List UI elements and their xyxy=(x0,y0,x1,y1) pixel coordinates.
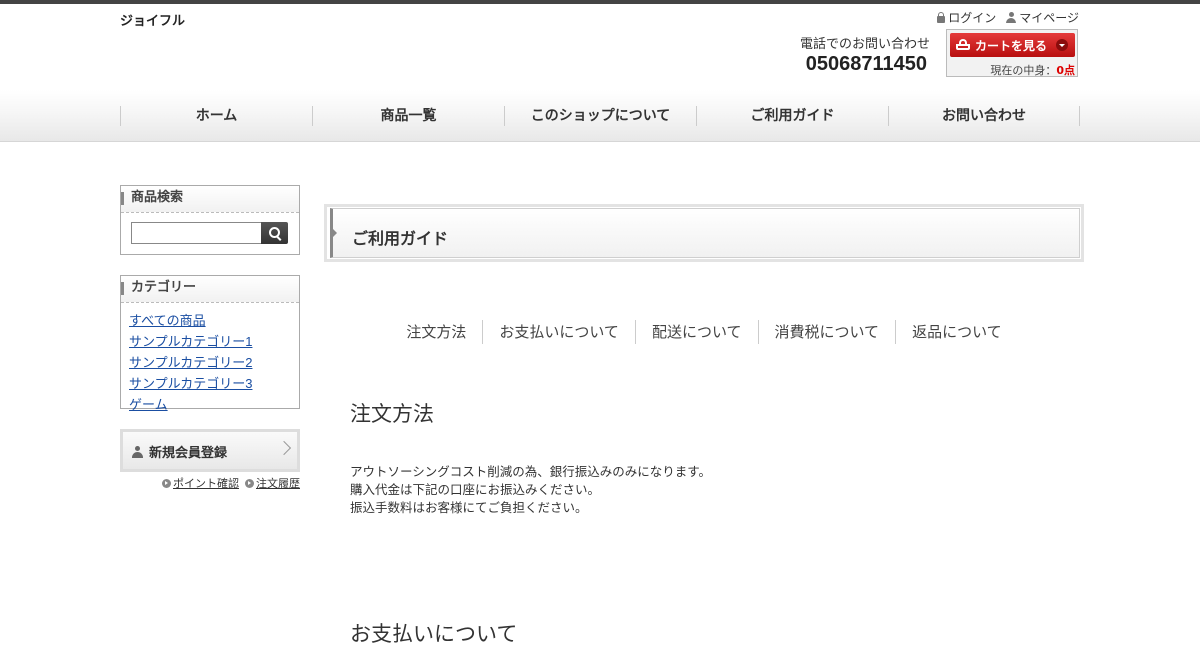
nav-item-contact[interactable]: お問い合わせ xyxy=(888,106,1080,126)
cart-widget: カートを見る 現在の中身：0点 xyxy=(946,29,1078,77)
list-item: ゲーム xyxy=(129,395,299,416)
caret-down-icon xyxy=(1056,39,1068,51)
global-nav: ホーム 商品一覧 このショップについて ご利用ガイド お問い合わせ xyxy=(0,90,1200,142)
lock-icon xyxy=(937,11,946,23)
point-check-link[interactable]: ポイント確認 xyxy=(162,475,239,491)
category-box-title: カテゴリー xyxy=(121,276,299,303)
category-link-game[interactable]: ゲーム xyxy=(129,397,168,412)
search-icon xyxy=(269,227,280,238)
mypage-link[interactable]: マイページ xyxy=(1006,9,1079,26)
body-line: アウトソーシングコスト削減の為、銀行振込みのみになります。 xyxy=(350,464,712,479)
phone-label: 電話でのお問い合わせ xyxy=(799,37,930,52)
list-item: すべての商品 xyxy=(129,311,299,332)
nav-item-guide[interactable]: ご利用ガイド xyxy=(696,106,888,126)
category-box: カテゴリー すべての商品 サンプルカテゴリー1 サンプルカテゴリー2 サンプルカ… xyxy=(120,275,300,412)
guide-tabs: 注文方法 お支払いについて 配送について 消費税について 返品について xyxy=(324,320,1084,344)
point-check-label: ポイント確認 xyxy=(173,477,239,490)
category-list: すべての商品 サンプルカテゴリー1 サンプルカテゴリー2 サンプルカテゴリー3 … xyxy=(121,303,299,416)
tab-tax[interactable]: 消費税について xyxy=(757,320,896,344)
section-body-order: アウトソーシングコスト削減の為、銀行振込みのみになります。 購入代金は下記の口座… xyxy=(350,463,711,517)
body-line: 振込手数料はお客様にてご負担ください。 xyxy=(350,500,588,515)
order-history-label: 注文履歴 xyxy=(256,477,300,490)
nav-item-products[interactable]: 商品一覧 xyxy=(312,106,504,126)
category-link-3[interactable]: サンプルカテゴリー3 xyxy=(129,376,252,391)
arrow-circle-icon xyxy=(162,478,171,488)
user-icon xyxy=(1006,12,1017,23)
tab-returns[interactable]: 返品について xyxy=(895,320,1018,344)
user-icon xyxy=(132,445,143,458)
body-line: 購入代金は下記の口座にお振込みください。 xyxy=(350,482,601,497)
section-title-payment: お支払いについて xyxy=(350,622,518,646)
tab-payment[interactable]: お支払いについて xyxy=(482,320,635,344)
view-cart-label: カートを見る xyxy=(975,38,1048,53)
user-links: ログイン マイページ xyxy=(937,9,1079,26)
arrow-circle-icon xyxy=(245,478,254,488)
page-title-box: ご利用ガイド xyxy=(324,204,1084,262)
cart-count-value: 0点 xyxy=(1056,64,1075,77)
search-input[interactable] xyxy=(131,222,262,244)
top-border xyxy=(0,0,1200,4)
basket-icon xyxy=(956,39,970,50)
category-link-all[interactable]: すべての商品 xyxy=(129,313,206,328)
order-history-link[interactable]: 注文履歴 xyxy=(245,475,300,491)
section-title-order: 注文方法 xyxy=(350,402,434,426)
list-item: サンプルカテゴリー2 xyxy=(129,353,299,374)
chevron-right-icon xyxy=(276,440,292,456)
search-button[interactable] xyxy=(261,222,288,244)
tab-shipping[interactable]: 配送について xyxy=(634,320,758,344)
category-link-2[interactable]: サンプルカテゴリー2 xyxy=(129,355,252,370)
login-link[interactable]: ログイン xyxy=(937,9,996,26)
phone-number: 05068711450 xyxy=(805,53,927,75)
login-label: ログイン xyxy=(948,11,997,25)
register-button[interactable]: 新規会員登録 xyxy=(120,429,300,472)
category-link-1[interactable]: サンプルカテゴリー1 xyxy=(129,334,252,349)
mypage-label: マイページ xyxy=(1019,11,1079,25)
view-cart-button[interactable]: カートを見る xyxy=(950,33,1075,57)
cart-count: 現在の中身：0点 xyxy=(990,62,1075,78)
account-mini-links: ポイント確認 注文履歴 xyxy=(160,475,300,491)
tab-order-method[interactable]: 注文方法 xyxy=(390,320,482,344)
register-label: 新規会員登録 xyxy=(149,446,228,461)
product-search-box: 商品検索 xyxy=(120,185,300,255)
list-item: サンプルカテゴリー1 xyxy=(129,332,299,353)
page-title: ご利用ガイド xyxy=(352,229,449,248)
nav-item-home[interactable]: ホーム xyxy=(120,106,312,126)
nav-item-about[interactable]: このショップについて xyxy=(504,106,696,126)
shop-logo[interactable]: ジョイフル xyxy=(120,10,185,29)
list-item: サンプルカテゴリー3 xyxy=(129,374,299,395)
cart-count-label: 現在の中身： xyxy=(990,64,1057,77)
search-box-title: 商品検索 xyxy=(121,186,299,213)
